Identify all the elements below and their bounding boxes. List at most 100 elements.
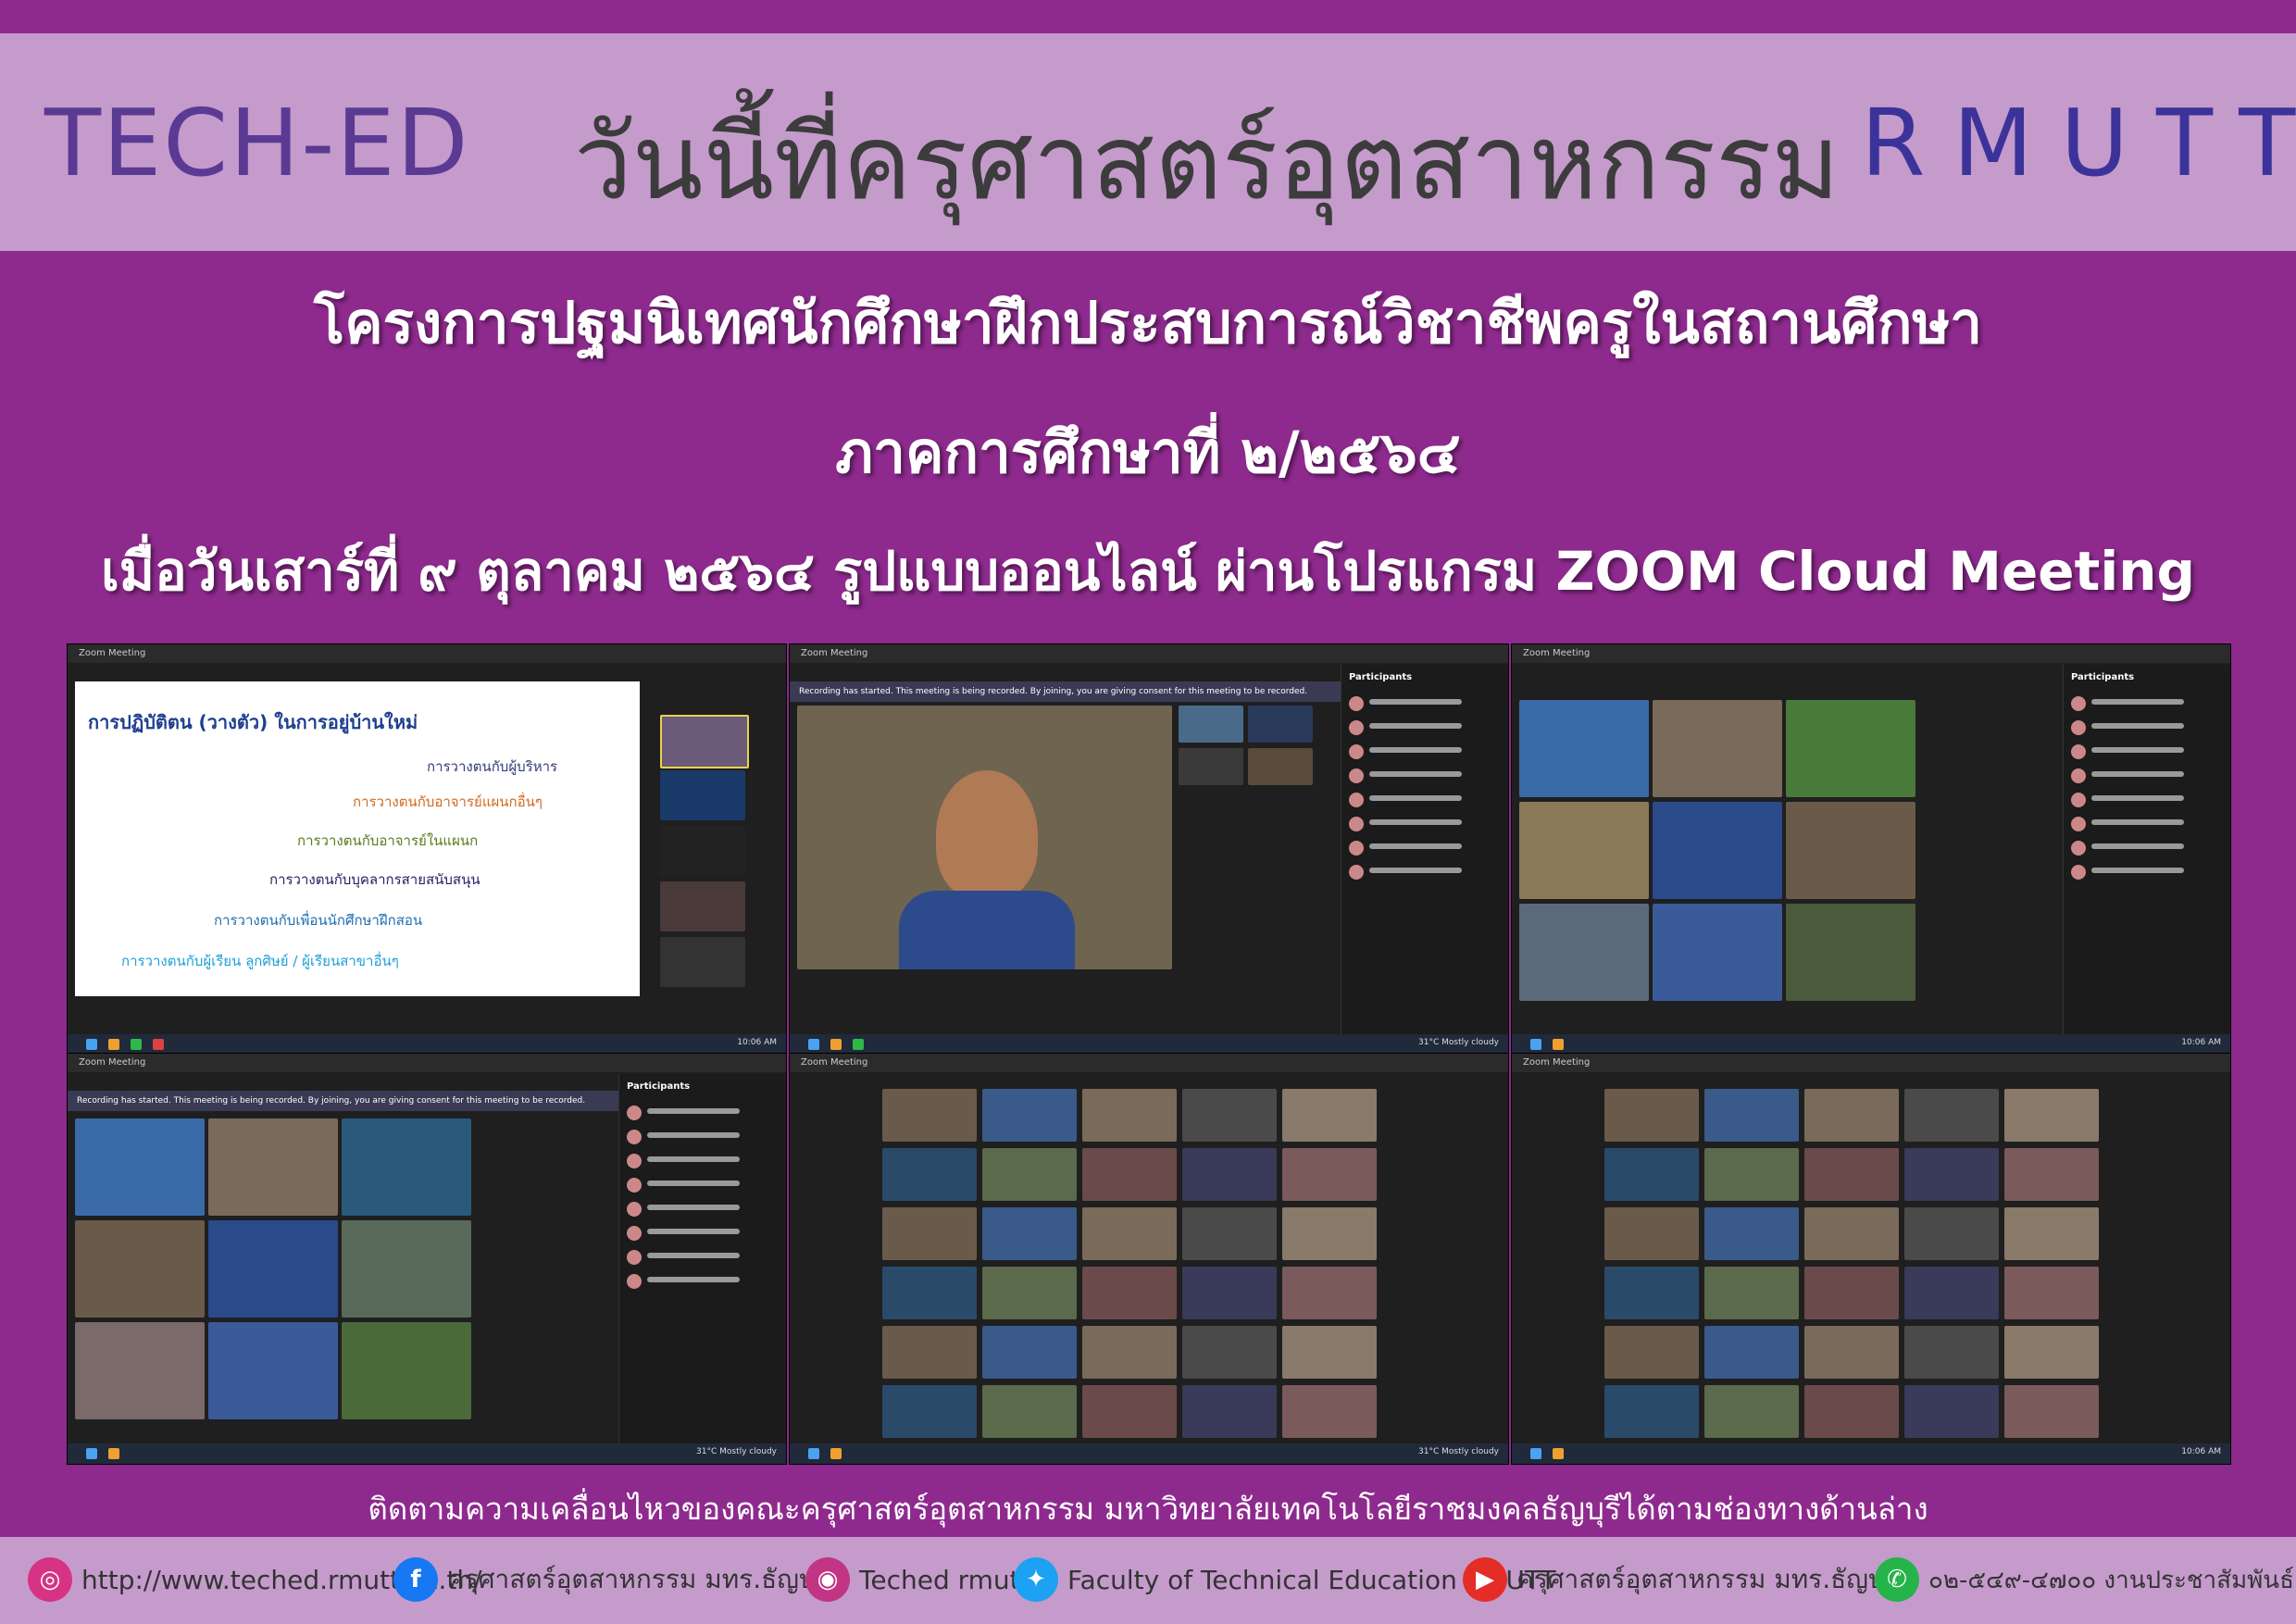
video-tile [1082, 1148, 1177, 1201]
instagram-icon: ◉ [805, 1557, 850, 1602]
video-tile [660, 826, 745, 876]
youtube-icon: ▶ [1463, 1557, 1507, 1602]
window-title-bar: Zoom Meeting [790, 1054, 1508, 1072]
video-tile [1179, 748, 1243, 785]
video-tile [1904, 1385, 1999, 1438]
participants-header: Participants [1349, 672, 1413, 682]
video-tile [2004, 1207, 2099, 1260]
zoom-screenshots-grid: Zoom Meeting การปฏิบัติตน (วางตัว) ในการ… [67, 643, 2231, 1465]
slide-line: การวางตนกับเพื่อนนักศึกษาฝึกสอน [214, 912, 423, 929]
video-tile [1904, 1326, 1999, 1379]
video-tile [882, 1207, 977, 1260]
video-tile [882, 1267, 977, 1319]
video-tile [1519, 904, 1649, 1001]
video-tile [75, 1322, 205, 1419]
twitter-icon: ✦ [1014, 1557, 1058, 1602]
video-tile [1179, 706, 1243, 743]
video-tile [1904, 1207, 1999, 1260]
footer-link-instagram[interactable]: ◉ Teched rmutt [805, 1554, 1030, 1605]
footer-link-youtube[interactable]: ▶ ครุศาสตร์อุตสาหกรรม มทร.ธัญบุรี [1463, 1554, 1899, 1605]
video-tile [1786, 700, 1915, 797]
video-tile [1519, 802, 1649, 899]
video-tile [1904, 1267, 1999, 1319]
video-tile [1704, 1326, 1799, 1379]
video-tile [2004, 1385, 2099, 1438]
video-tile [882, 1385, 977, 1438]
video-tile [882, 1148, 977, 1201]
video-tile [1804, 1207, 1899, 1260]
video-tile [75, 1220, 205, 1318]
video-tile [1704, 1267, 1799, 1319]
zoom-window-slide-share: Zoom Meeting การปฏิบัติตน (วางตัว) ในการ… [67, 643, 787, 1056]
video-tile [342, 1118, 471, 1216]
video-tile [1804, 1148, 1899, 1201]
video-tile [882, 1326, 977, 1379]
participants-panel: Participants [618, 1074, 786, 1443]
video-tile [1182, 1148, 1277, 1201]
video-tile [882, 1089, 977, 1142]
taskbar-weather: 31°C Mostly cloudy [1418, 1038, 1499, 1047]
slide-title: การปฏิบัติตน (วางตัว) ในการอยู่บ้านใหม่ [88, 711, 418, 733]
recording-banner: Recording has started. This meeting is b… [68, 1091, 619, 1111]
video-tile [982, 1385, 1077, 1438]
slide-line: การวางตนกับผู้เรียน ลูกศิษย์ / ผู้เรียนส… [121, 953, 399, 969]
video-tile [1804, 1385, 1899, 1438]
video-tile [1804, 1326, 1899, 1379]
recording-banner: Recording has started. This meeting is b… [790, 681, 1341, 702]
video-tile [982, 1326, 1077, 1379]
video-tile [2004, 1089, 2099, 1142]
windows-taskbar: 31°C Mostly cloudy [790, 1443, 1508, 1464]
footer-link-text: Teched rmutt [859, 1564, 1030, 1595]
slide-line: การวางตนกับบุคลากรสายสนับสนุน [269, 871, 480, 888]
windows-taskbar: 10:06 AM [1512, 1443, 2230, 1464]
whatsapp-icon: ✆ [1875, 1557, 1919, 1602]
window-title-bar: Zoom Meeting [68, 644, 786, 663]
video-tile [1082, 1326, 1177, 1379]
zoom-window-gallery-participants-2: Zoom Meeting Recording has started. This… [67, 1053, 787, 1465]
slide-line: การวางตนกับผู้บริหาร [427, 758, 558, 775]
windows-taskbar: 10:06 AM [68, 1034, 786, 1055]
footer-link-text: ๐๒-๕๔๙-๔๗๐๐ งานประชาสัมพันธ์ [1928, 1566, 2294, 1594]
footer-link-phone[interactable]: ✆ ๐๒-๕๔๙-๔๗๐๐ งานประชาสัมพันธ์ [1875, 1554, 2294, 1605]
video-tile [982, 1267, 1077, 1319]
header-center-text: วันนี้ที่ครุศาสตร์อุตสาหกรรม [574, 103, 1841, 223]
video-tile [1082, 1207, 1177, 1260]
title-line-3: เมื่อวันเสาร์ที่ ๙ ตุลาคม ๒๕๖๔ รูปแบบออน… [100, 540, 2196, 603]
video-tile [982, 1089, 1077, 1142]
video-tile [1604, 1207, 1699, 1260]
video-tile [1804, 1089, 1899, 1142]
video-tile [1704, 1385, 1799, 1438]
taskbar-weather: 31°C Mostly cloudy [1418, 1447, 1499, 1456]
video-tile [660, 715, 749, 768]
video-tile [2004, 1326, 2099, 1379]
slide-line: การวางตนกับอาจารย์ในแผนก [297, 832, 479, 849]
taskbar-time: 10:06 AM [737, 1038, 777, 1047]
video-tile [1704, 1207, 1799, 1260]
video-tile [1653, 904, 1782, 1001]
video-tile [1282, 1385, 1377, 1438]
window-title-bar: Zoom Meeting [1512, 644, 2230, 663]
video-tile [660, 770, 745, 820]
windows-taskbar: 31°C Mostly cloudy [790, 1034, 1508, 1055]
video-tile [1182, 1207, 1277, 1260]
presentation-slide: การปฏิบัติตน (วางตัว) ในการอยู่บ้านใหม่ … [75, 681, 640, 996]
video-tile [1704, 1148, 1799, 1201]
taskbar-time: 10:06 AM [2181, 1038, 2221, 1047]
video-tile [75, 1118, 205, 1216]
video-tile [1786, 802, 1915, 899]
footer-link-text: ครุศาสตร์อุตสาหกรรม มทร.ธัญบุรี [447, 1564, 830, 1594]
video-tile [1082, 1089, 1177, 1142]
video-tile [1082, 1267, 1177, 1319]
participants-header: Participants [627, 1081, 691, 1092]
video-tile [660, 881, 745, 931]
video-tile [1282, 1089, 1377, 1142]
header-band: TECH-ED วันนี้ที่ครุศาสตร์อุตสาหกรรม RMU… [0, 33, 2296, 251]
video-tile [1082, 1385, 1177, 1438]
header-right-text: RMUTT [1861, 89, 2296, 197]
video-tile [1282, 1267, 1377, 1319]
window-title-bar: Zoom Meeting [1512, 1054, 2230, 1072]
globe-icon: ◎ [28, 1557, 72, 1602]
footer-link-facebook[interactable]: f ครุศาสตร์อุตสาหกรรม มทร.ธัญบุรี [393, 1554, 830, 1605]
zoom-window-gallery-large: Zoom Meeting 31°C Mostly cloudy [789, 1053, 1509, 1465]
video-tile [1786, 904, 1915, 1001]
